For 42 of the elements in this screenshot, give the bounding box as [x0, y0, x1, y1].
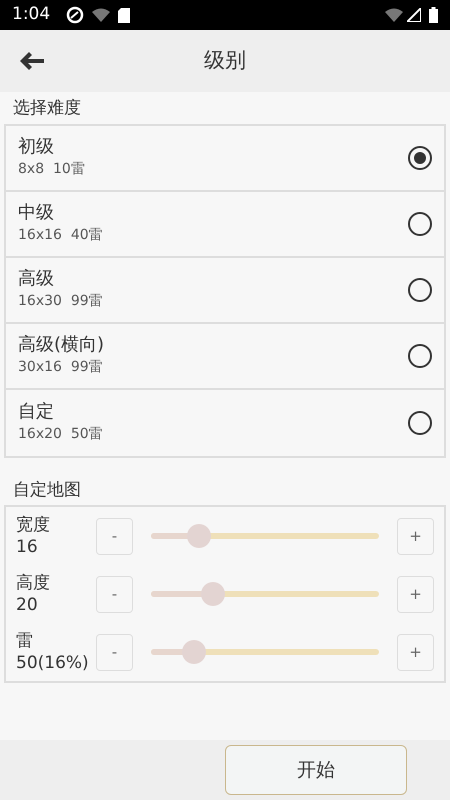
slider-label: 高度 — [16, 572, 51, 594]
slider-value: 16 — [16, 536, 39, 558]
option-name: 高级 — [18, 267, 55, 291]
option-detail: 8x8 10雷 — [18, 160, 86, 179]
location-icon — [66, 6, 84, 24]
plus-button[interactable]: + — [397, 518, 434, 554]
slider-value: 50(16%) — [16, 652, 90, 674]
plus-button[interactable]: + — [397, 634, 434, 670]
radio-button[interactable] — [408, 278, 432, 302]
slider-label: 宽度 — [16, 514, 51, 536]
radio-button[interactable] — [408, 410, 432, 434]
radio-button[interactable] — [408, 344, 432, 368]
option-name: 自定 — [18, 400, 55, 424]
option-name: 高级(横向) — [18, 333, 106, 357]
slider-value: 20 — [16, 594, 39, 616]
plus-button[interactable]: + — [397, 576, 434, 612]
start-button[interactable]: 开始 — [225, 745, 407, 795]
slider-thumb[interactable] — [186, 524, 211, 548]
radio-button[interactable] — [408, 146, 432, 170]
status-time: 1:04 — [12, 3, 50, 26]
option-name: 中级 — [18, 201, 55, 225]
radio-button[interactable] — [408, 212, 432, 236]
screen-title: 级别 — [204, 47, 246, 74]
option-detail: 16x20 50雷 — [18, 424, 104, 444]
option-detail: 30x16 99雷 — [18, 358, 104, 377]
minus-button[interactable]: - — [96, 634, 133, 670]
slider-thumb[interactable] — [182, 640, 206, 664]
option-name: 初级 — [18, 135, 55, 159]
back-arrow-icon[interactable] — [20, 52, 44, 70]
option-detail: 16x30 99雷 — [18, 292, 104, 311]
wifi-icon — [92, 8, 110, 22]
battery-icon — [429, 7, 438, 23]
wifi-icon — [385, 8, 403, 22]
section-heading: 自定地图 — [12, 478, 82, 502]
minus-button[interactable]: - — [96, 576, 133, 612]
section-heading: 选择难度 — [12, 97, 82, 120]
minus-button[interactable]: - — [96, 518, 133, 554]
signal-icon — [407, 8, 421, 22]
sd-card-icon — [118, 8, 130, 22]
option-detail: 16x16 40雷 — [18, 226, 104, 245]
slider-thumb[interactable] — [200, 582, 225, 606]
slider-label: 雷 — [16, 630, 34, 652]
